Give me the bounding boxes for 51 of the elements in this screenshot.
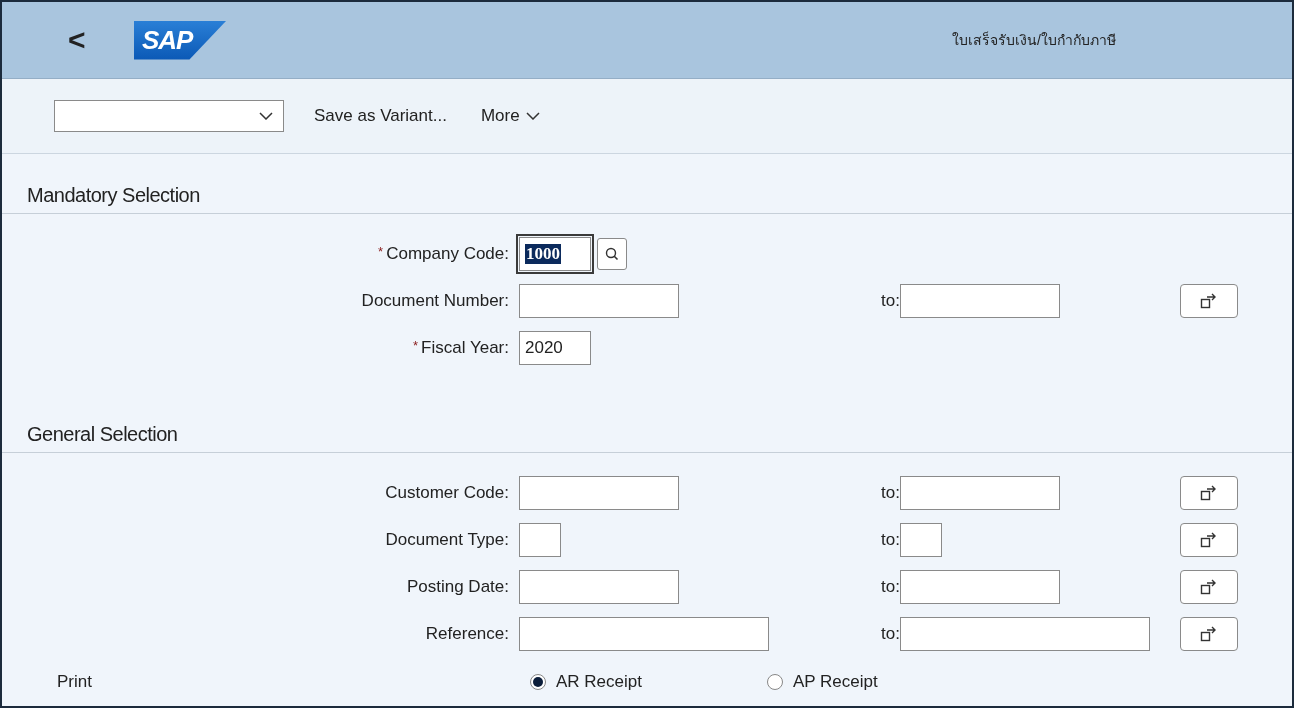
input-field[interactable]	[900, 283, 1060, 318]
square-arrow-icon	[1200, 531, 1218, 548]
to-label: to:	[881, 482, 899, 503]
back-button[interactable]: <	[68, 23, 98, 57]
required-asterisk: *	[413, 337, 419, 353]
field-label: Document Number:	[361, 290, 509, 311]
chevron-down-icon	[259, 112, 273, 120]
multiple-selection-button[interactable]	[1180, 522, 1238, 557]
field-label: Customer Code:	[385, 482, 509, 503]
square-arrow-icon	[1200, 292, 1218, 309]
multiple-selection-button[interactable]	[1180, 283, 1238, 318]
input-field[interactable]: 2020	[519, 330, 591, 365]
field-label: Reference:	[425, 623, 509, 644]
to-label: to:	[881, 623, 899, 644]
input-field[interactable]	[519, 569, 679, 604]
square-arrow-icon	[1200, 484, 1218, 501]
field-label: Document Type:	[385, 529, 509, 550]
variant-dropdown[interactable]	[54, 100, 284, 132]
search-icon	[605, 246, 619, 261]
input-field[interactable]	[519, 475, 679, 510]
save-as-variant-button[interactable]: Save as Variant...	[308, 102, 453, 130]
input-field[interactable]	[900, 475, 1060, 510]
field-label: Posting Date:	[406, 576, 509, 597]
required-asterisk: *	[378, 243, 384, 259]
to-label: to:	[881, 529, 899, 550]
radio-option[interactable]: AR Receipt	[530, 672, 642, 692]
chevron-down-icon	[525, 112, 540, 120]
to-label: to:	[881, 290, 899, 311]
input-field[interactable]	[519, 616, 769, 651]
input-field[interactable]	[900, 569, 1060, 604]
input-field[interactable]	[900, 616, 1150, 651]
multiple-selection-button[interactable]	[1180, 569, 1238, 604]
input-field[interactable]	[900, 522, 942, 557]
section-title: Mandatory Selection	[2, 154, 1292, 214]
sap-logo: SAP	[134, 20, 227, 60]
field-label: Fiscal Year:	[421, 337, 509, 358]
section-title: General Selection	[2, 371, 1292, 453]
field-label: Company Code:	[386, 243, 509, 264]
radio-option[interactable]: AP Receipt	[767, 672, 878, 692]
more-menu-button[interactable]: More	[474, 102, 546, 130]
input-field[interactable]	[519, 522, 561, 557]
input-field[interactable]	[519, 283, 679, 318]
input-field[interactable]: 1000	[519, 236, 591, 271]
to-label: to:	[881, 576, 899, 597]
print-label: Print	[57, 672, 93, 692]
multiple-selection-button[interactable]	[1180, 475, 1238, 510]
square-arrow-icon	[1200, 625, 1218, 642]
value-help-button[interactable]	[597, 237, 627, 270]
square-arrow-icon	[1200, 578, 1218, 595]
multiple-selection-button[interactable]	[1180, 616, 1238, 651]
window-title: ใบเสร็จรับเงิน/ใบกำกับภาษี	[952, 30, 1116, 50]
